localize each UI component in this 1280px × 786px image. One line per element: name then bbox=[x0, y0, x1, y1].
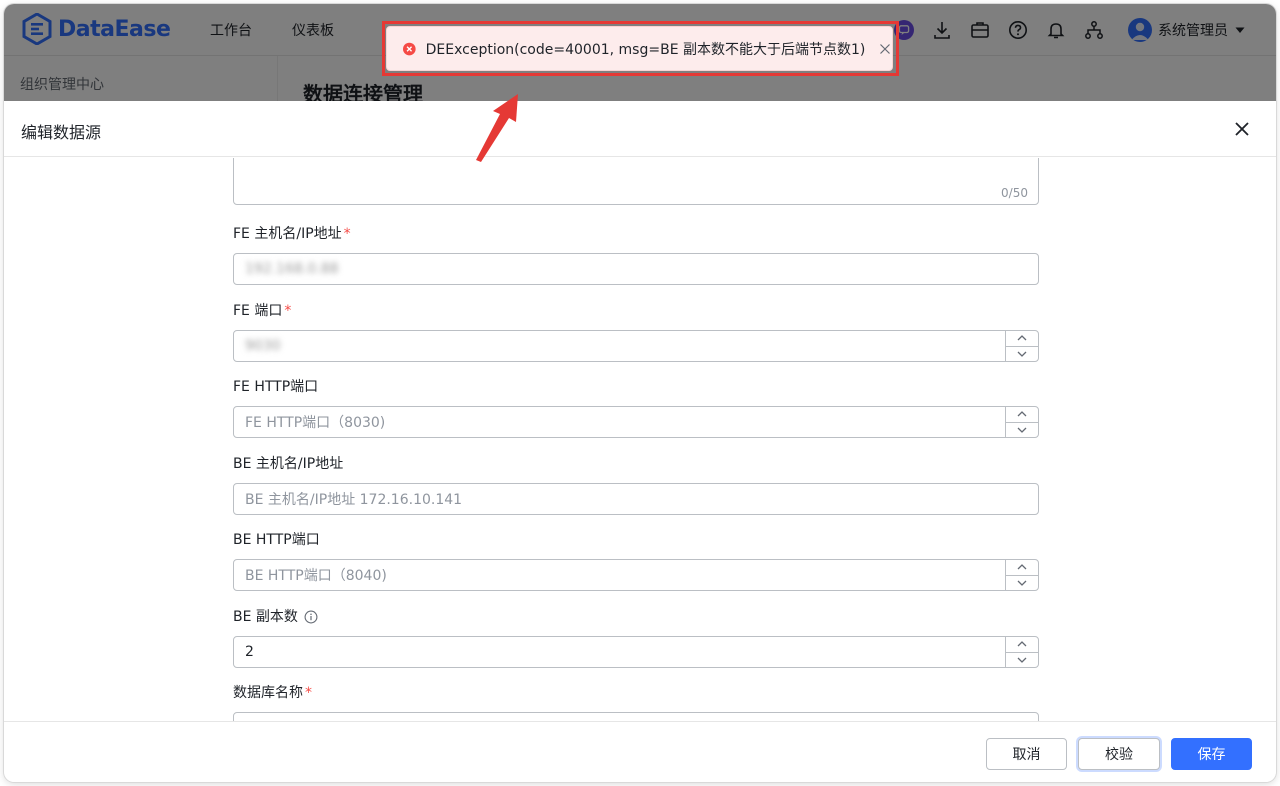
close-icon[interactable] bbox=[1232, 119, 1252, 139]
drawer-header: 编辑数据源 bbox=[4, 101, 1276, 157]
chevron-down-icon bbox=[1017, 427, 1027, 433]
drawer-body: 0/50 FE 主机名/IP地址 * 192.168.0.88 FE 端口 * 90… bbox=[4, 158, 1276, 721]
chevron-down-icon bbox=[1017, 351, 1027, 357]
chevron-up-icon bbox=[1017, 564, 1027, 570]
chevron-up-icon bbox=[1017, 411, 1027, 417]
number-stepper bbox=[1005, 331, 1038, 361]
increment-button[interactable] bbox=[1006, 637, 1038, 652]
fe-port-field: FE 端口 * 9030 bbox=[233, 301, 1039, 362]
fe-port-input[interactable]: 9030 bbox=[233, 330, 1039, 362]
required-mark: * bbox=[305, 685, 312, 701]
annotation-arrow-icon bbox=[476, 94, 518, 162]
be-host-field: BE 主机名/IP地址 BE 主机名/IP地址 172.16.10.141 bbox=[233, 454, 1039, 515]
be-replicas-input[interactable]: 2 bbox=[233, 636, 1039, 668]
placeholder: BE HTTP端口（8040) bbox=[245, 568, 387, 584]
fe-host-input[interactable]: 192.168.0.88 bbox=[233, 253, 1039, 285]
fe-http-port-field: FE HTTP端口 FE HTTP端口（8030) bbox=[233, 377, 1039, 438]
field-label: BE 副本数 bbox=[233, 607, 1039, 627]
chevron-down-icon bbox=[1017, 580, 1027, 586]
field-label: BE HTTP端口 bbox=[233, 532, 320, 548]
db-name-field: 数据库名称 * bbox=[233, 683, 1039, 721]
increment-button[interactable] bbox=[1006, 407, 1038, 422]
required-mark: * bbox=[284, 303, 292, 319]
decrement-button[interactable] bbox=[1006, 345, 1038, 362]
number-stepper bbox=[1005, 560, 1038, 590]
required-mark: * bbox=[343, 226, 351, 242]
info-icon[interactable] bbox=[304, 610, 318, 624]
app-window: DataEase 工作台 仪表板 bbox=[4, 4, 1276, 782]
description-textarea[interactable]: 0/50 bbox=[233, 158, 1039, 205]
chevron-down-icon bbox=[1017, 657, 1027, 663]
field-label: FE HTTP端口 bbox=[233, 379, 319, 395]
fe-port-value: 9030 bbox=[245, 338, 281, 354]
be-replicas-field: BE 副本数 2 bbox=[233, 607, 1039, 668]
increment-button[interactable] bbox=[1006, 560, 1038, 575]
decrement-button[interactable] bbox=[1006, 574, 1038, 591]
number-stepper bbox=[1005, 637, 1038, 667]
char-counter: 0/50 bbox=[1001, 186, 1028, 200]
placeholder: FE HTTP端口（8030) bbox=[245, 415, 386, 431]
decrement-button[interactable] bbox=[1006, 421, 1038, 438]
placeholder: BE 主机名/IP地址 172.16.10.141 bbox=[245, 492, 463, 508]
edit-datasource-drawer: 编辑数据源 0/50 FE 主机名/IP地址 * 192.168.0.88 FE … bbox=[4, 101, 1276, 782]
fe-host-field: FE 主机名/IP地址 * 192.168.0.88 bbox=[233, 224, 1039, 285]
fe-host-value: 192.168.0.88 bbox=[245, 261, 339, 277]
field-label: BE 主机名/IP地址 bbox=[233, 456, 344, 472]
fe-http-port-input[interactable]: FE HTTP端口（8030) bbox=[233, 406, 1039, 438]
field-label: FE 端口 * bbox=[233, 303, 292, 319]
field-label: 数据库名称 * bbox=[233, 685, 312, 701]
decrement-button[interactable] bbox=[1006, 651, 1038, 668]
db-name-input[interactable] bbox=[233, 712, 1039, 721]
cancel-button[interactable]: 取消 bbox=[986, 738, 1067, 770]
drawer-title: 编辑数据源 bbox=[21, 123, 102, 142]
chevron-up-icon bbox=[1017, 335, 1027, 341]
be-replicas-value: 2 bbox=[245, 644, 254, 660]
drawer-footer: 取消 校验 保存 bbox=[4, 721, 1276, 782]
number-stepper bbox=[1005, 407, 1038, 437]
be-http-port-input[interactable]: BE HTTP端口（8040) bbox=[233, 559, 1039, 591]
field-label: FE 主机名/IP地址 * bbox=[233, 226, 351, 242]
save-button[interactable]: 保存 bbox=[1171, 738, 1252, 770]
be-http-port-field: BE HTTP端口 BE HTTP端口（8040) bbox=[233, 530, 1039, 591]
increment-button[interactable] bbox=[1006, 331, 1038, 346]
chevron-up-icon bbox=[1017, 641, 1027, 647]
validate-button[interactable]: 校验 bbox=[1078, 738, 1160, 770]
be-host-input[interactable]: BE 主机名/IP地址 172.16.10.141 bbox=[233, 483, 1039, 515]
annotation-highlight-box bbox=[382, 21, 899, 76]
